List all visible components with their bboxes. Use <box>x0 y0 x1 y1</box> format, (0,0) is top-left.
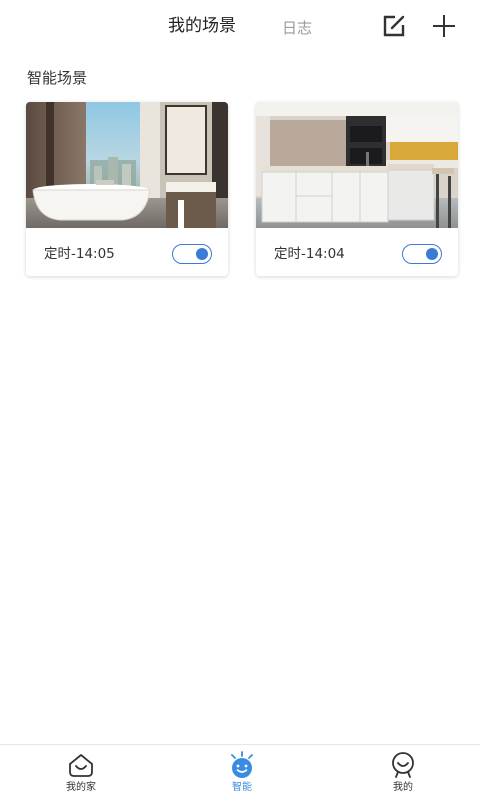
scene-card[interactable]: 定时-14:05 <box>26 102 228 276</box>
home-face-icon <box>69 754 93 777</box>
tab-my-scenes[interactable]: 我的场景 <box>168 14 236 38</box>
edit-icon-graphic <box>383 15 405 37</box>
smart-robot-icon <box>231 751 253 778</box>
scene-toggle[interactable] <box>402 244 442 264</box>
app-screen: 我的场景 日志 智能场景 定时-14:05 定时-14:04 我的家 智能 我的 <box>0 0 480 800</box>
scene-label: 定时-14:04 <box>274 246 345 262</box>
nav-label: 我的家 <box>66 782 96 793</box>
toggle-knob <box>426 247 438 260</box>
bathroom-image <box>26 102 228 228</box>
nav-item-smart[interactable]: 智能 <box>202 745 282 800</box>
profile-face-icon <box>392 752 414 778</box>
kitchen-image <box>256 102 458 228</box>
nav-item-home[interactable]: 我的家 <box>41 745 121 800</box>
add-icon[interactable] <box>430 12 458 40</box>
bottom-nav: 我的家 智能 我的 <box>0 744 480 800</box>
nav-label: 智能 <box>232 782 252 793</box>
nav-item-mine[interactable]: 我的 <box>363 745 443 800</box>
scene-card[interactable]: 定时-14:04 <box>256 102 458 276</box>
edit-icon[interactable] <box>380 12 408 40</box>
top-bar: 我的场景 日志 <box>0 0 480 52</box>
nav-label: 我的 <box>393 782 413 793</box>
section-title: 智能场景 <box>27 69 88 87</box>
scene-label: 定时-14:05 <box>44 246 115 262</box>
toggle-knob <box>196 247 208 260</box>
tab-log[interactable]: 日志 <box>282 16 312 40</box>
scene-toggle[interactable] <box>172 244 212 264</box>
plus-icon-graphic <box>433 15 455 37</box>
